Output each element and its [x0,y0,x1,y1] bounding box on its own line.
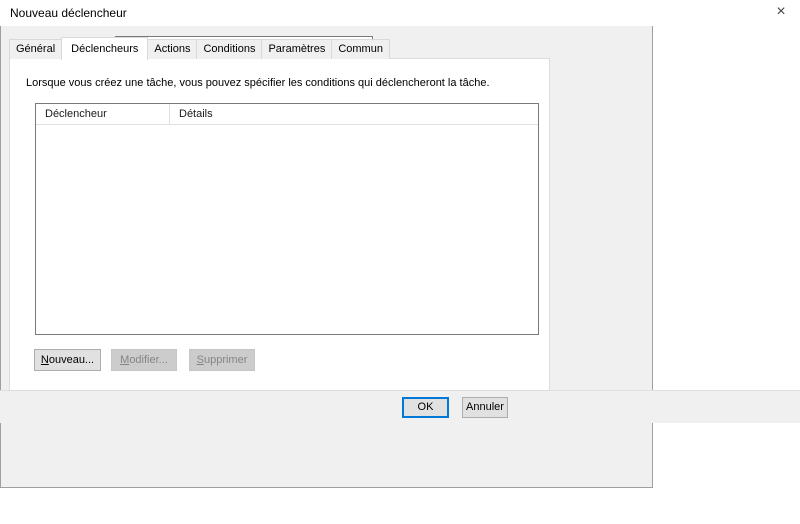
new-trigger-button[interactable]: Nouveau... [34,349,101,371]
tab-commun[interactable]: Commun [331,39,390,59]
column-header-declencheur[interactable]: Déclencheur [36,104,170,124]
close-icon[interactable]: × [764,0,798,24]
delete-trigger-button: Supprimer [189,349,255,371]
tab-parametres[interactable]: Paramètres [261,39,332,59]
triggers-list-header: Déclencheur Détails [36,104,538,125]
triggers-intro-text: Lorsque vous créez une tâche, vous pouve… [26,77,490,89]
tab-declencheurs[interactable]: Déclencheurs [61,37,148,60]
dialog2-footer: OK Annuler [0,390,800,423]
triggers-tab-panel: Lorsque vous créez une tâche, vous pouve… [9,58,550,391]
tab-actions[interactable]: Actions [147,39,197,59]
cancel-button[interactable]: Annuler [462,397,508,418]
edit-trigger-button: Modifier... [111,349,177,371]
dialog2-titlebar: Nouveau déclencheur × [0,0,800,26]
ok-button[interactable]: OK [402,397,449,418]
column-header-details[interactable]: Détails [170,104,213,124]
tab-conditions[interactable]: Conditions [196,39,262,59]
tab-general[interactable]: Général [9,39,62,59]
triggers-list[interactable]: Déclencheur Détails [35,103,539,335]
tab-strip: Général Déclencheurs Actions Conditions … [9,37,389,59]
dialog2-title: Nouveau déclencheur [10,0,127,26]
